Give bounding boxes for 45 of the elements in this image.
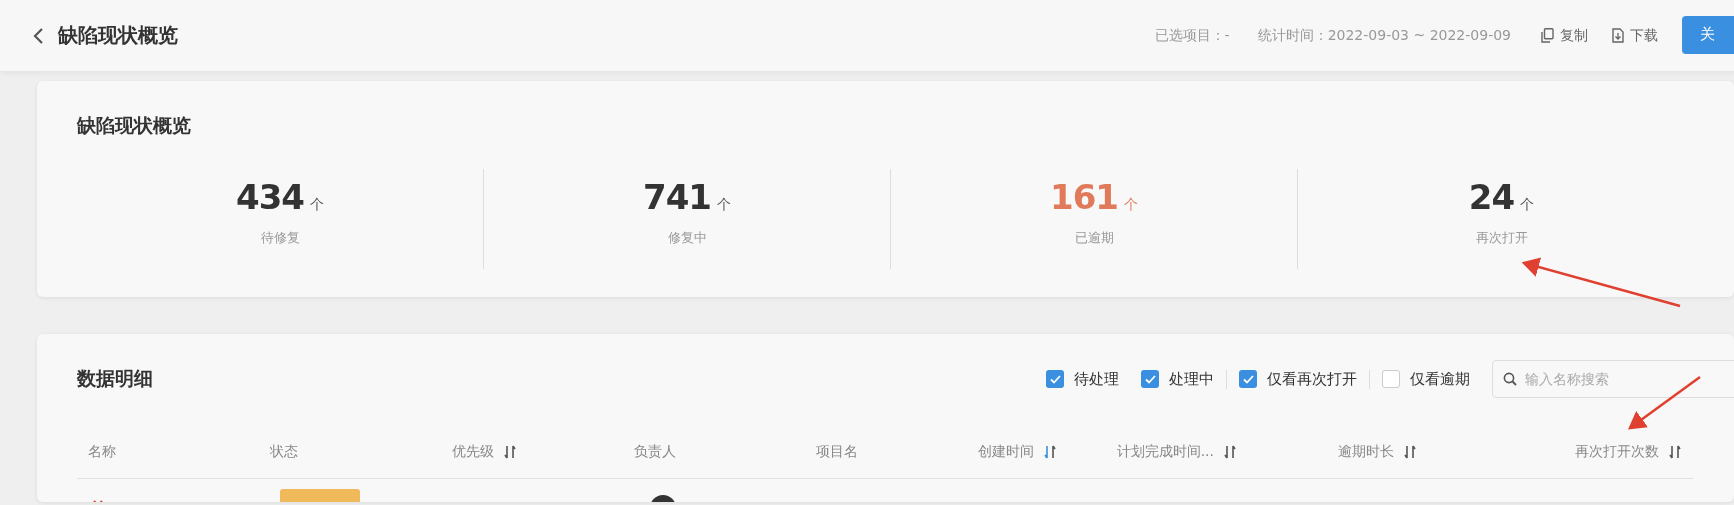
sort-icon[interactable]	[1044, 445, 1056, 459]
column-header: 项目名	[816, 443, 859, 461]
copy-button[interactable]: 复制	[1541, 26, 1588, 45]
stat-value: 434	[236, 177, 304, 217]
filter-checkbox[interactable]: 处理中	[1141, 369, 1227, 389]
column-header: 名称	[88, 443, 117, 461]
download-icon	[1612, 28, 1624, 43]
selected-projects: 已选项目：-	[1154, 26, 1230, 45]
check-icon	[1049, 374, 1061, 384]
filter-checkbox[interactable]: 仅看逾期	[1382, 369, 1470, 389]
sort-icon[interactable]	[1404, 445, 1416, 459]
stat-label: 再次打开	[1475, 229, 1528, 247]
download-button[interactable]: 下载	[1612, 26, 1658, 45]
page-title: 缺陷现状概览	[58, 22, 178, 49]
card-title: 缺陷现状概览	[77, 113, 191, 138]
filter-checkbox[interactable]: 待处理	[1046, 369, 1119, 389]
stat-label: 修复中	[667, 229, 707, 247]
column-header[interactable]: 计划完成时间...	[1068, 443, 1248, 461]
check-icon	[1144, 374, 1156, 384]
stat-label: 待修复	[260, 229, 300, 247]
stat-label: 已逾期	[1074, 229, 1114, 247]
stat-unit: 个	[717, 196, 731, 214]
column-header[interactable]: 创建时间	[926, 443, 1068, 461]
statistics-period: 统计时间：2022-09-03 ~ 2022-09-09	[1257, 26, 1511, 45]
column-header: 负责人	[634, 443, 677, 461]
card-title: 数据明细	[77, 366, 153, 391]
stat-unit: 个	[310, 196, 324, 214]
column-header[interactable]: 优先级	[452, 443, 634, 461]
stat-value: 24	[1468, 177, 1515, 217]
column-header[interactable]: 再次打开次数	[1428, 443, 1693, 461]
filter-checkbox[interactable]: 仅看再次打开	[1239, 369, 1370, 389]
check-icon	[1242, 374, 1254, 384]
sort-icon[interactable]	[1669, 445, 1681, 459]
column-header: 状态	[270, 443, 299, 461]
copy-icon	[1541, 28, 1554, 43]
search-field[interactable]: 输入名称搜索	[1492, 360, 1734, 398]
back-icon[interactable]	[32, 26, 44, 45]
sort-icon[interactable]	[504, 445, 516, 459]
stat-value: 741	[643, 177, 711, 217]
stat-value: 161	[1050, 177, 1118, 217]
sort-icon[interactable]	[1224, 445, 1236, 459]
column-header[interactable]: 逾期时长	[1248, 443, 1428, 461]
stat-unit: 个	[1520, 196, 1535, 214]
close-button[interactable]: 关	[1682, 15, 1734, 54]
stat-unit: 个	[1124, 196, 1138, 214]
